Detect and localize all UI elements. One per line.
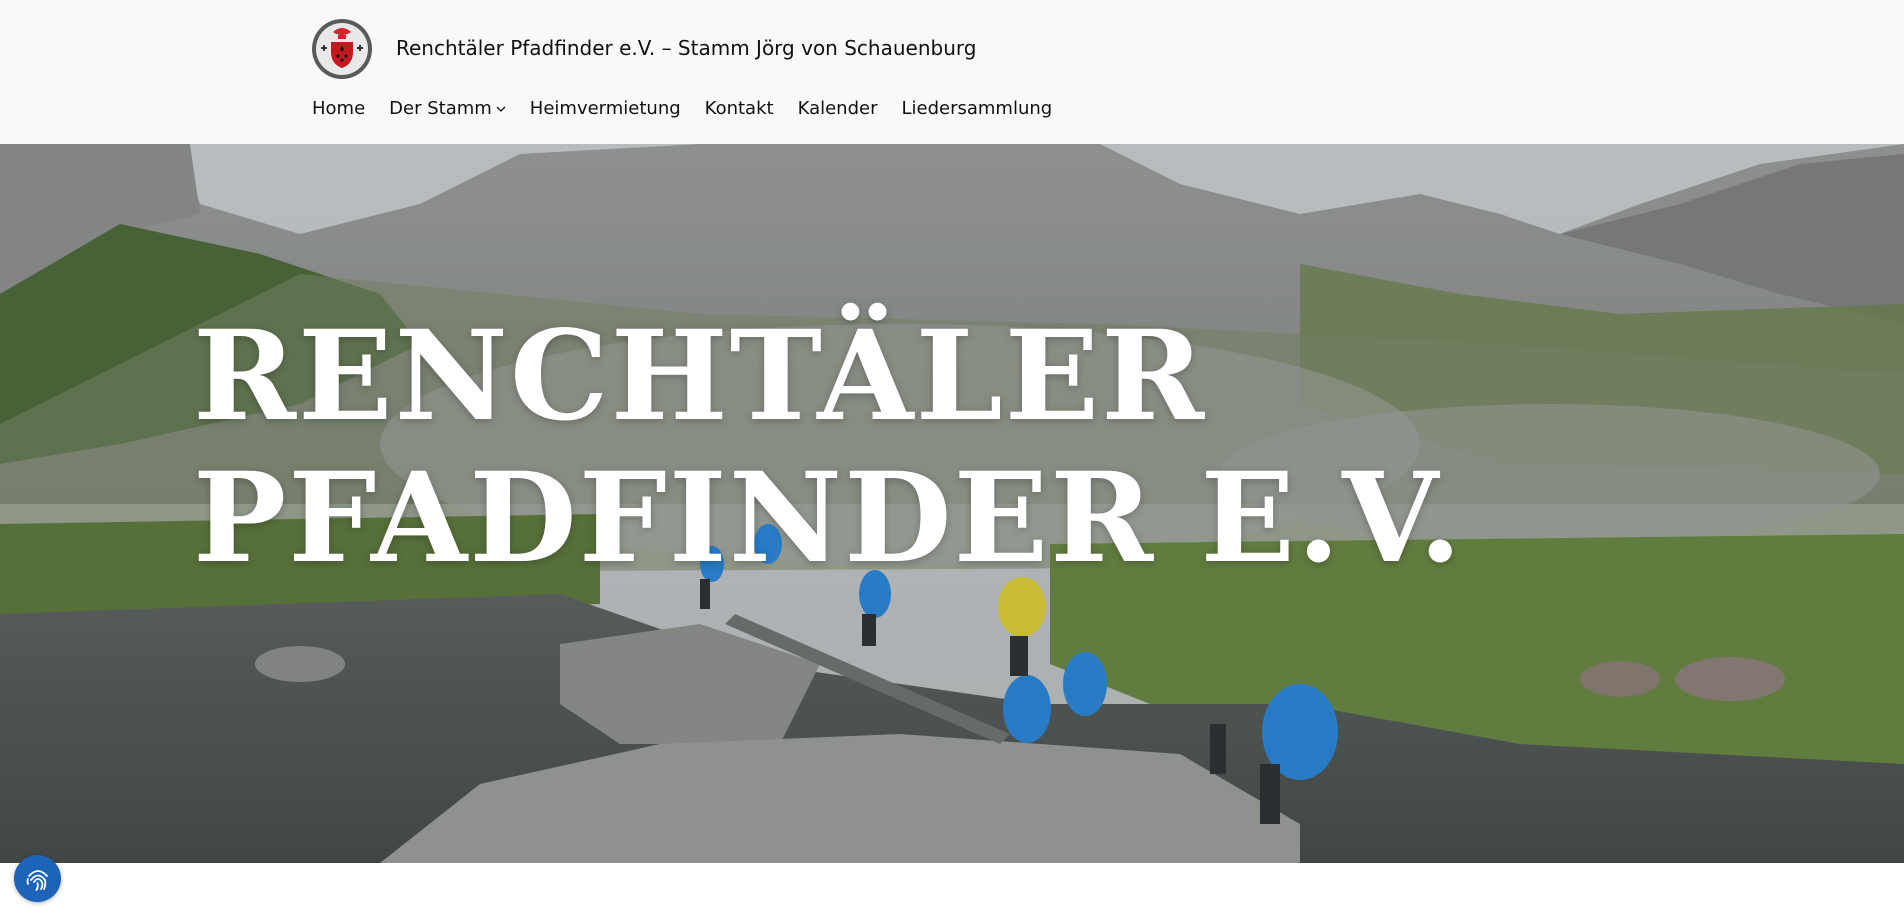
site-header: Renchtäler Pfadfinder e.V. – Stamm Jörg …: [0, 0, 1904, 144]
fingerprint-icon: [26, 869, 48, 891]
hero-title-line-2: PFADFINDER E.V.: [193, 446, 1464, 591]
nav-item-label: Liedersammlung: [901, 98, 1053, 119]
nav-item-label: Home: [312, 98, 366, 119]
nav-item-kontakt[interactable]: Kontakt: [705, 98, 774, 119]
hero-banner: RENCHTÄLER PFADFINDER E.V.: [0, 144, 1904, 863]
hero-title-line-1: RENCHTÄLER: [193, 304, 1207, 449]
hero-title: RENCHTÄLER PFADFINDER E.V.: [193, 306, 1464, 590]
nav-item-liedersammlung[interactable]: Liedersammlung: [901, 98, 1052, 119]
nav-item-label: Der Stamm: [389, 98, 492, 119]
main-nav: Home Der Stamm Heimvermietung Kontakt Ka…: [312, 98, 1076, 119]
nav-item-home[interactable]: Home: [312, 98, 365, 119]
nav-item-label: Kontakt: [704, 98, 774, 119]
nav-item-label: Kalender: [797, 98, 878, 119]
site-title[interactable]: Renchtäler Pfadfinder e.V. – Stamm Jörg …: [396, 36, 976, 60]
cookie-settings-button[interactable]: [14, 855, 61, 902]
nav-item-label: Heimvermietung: [529, 98, 681, 119]
site-logo[interactable]: [311, 18, 373, 80]
nav-item-der-stamm[interactable]: Der Stamm: [389, 98, 506, 119]
chevron-down-icon: [496, 106, 506, 112]
nav-item-kalender[interactable]: Kalender: [798, 98, 878, 119]
nav-item-heimvermietung[interactable]: Heimvermietung: [530, 98, 681, 119]
